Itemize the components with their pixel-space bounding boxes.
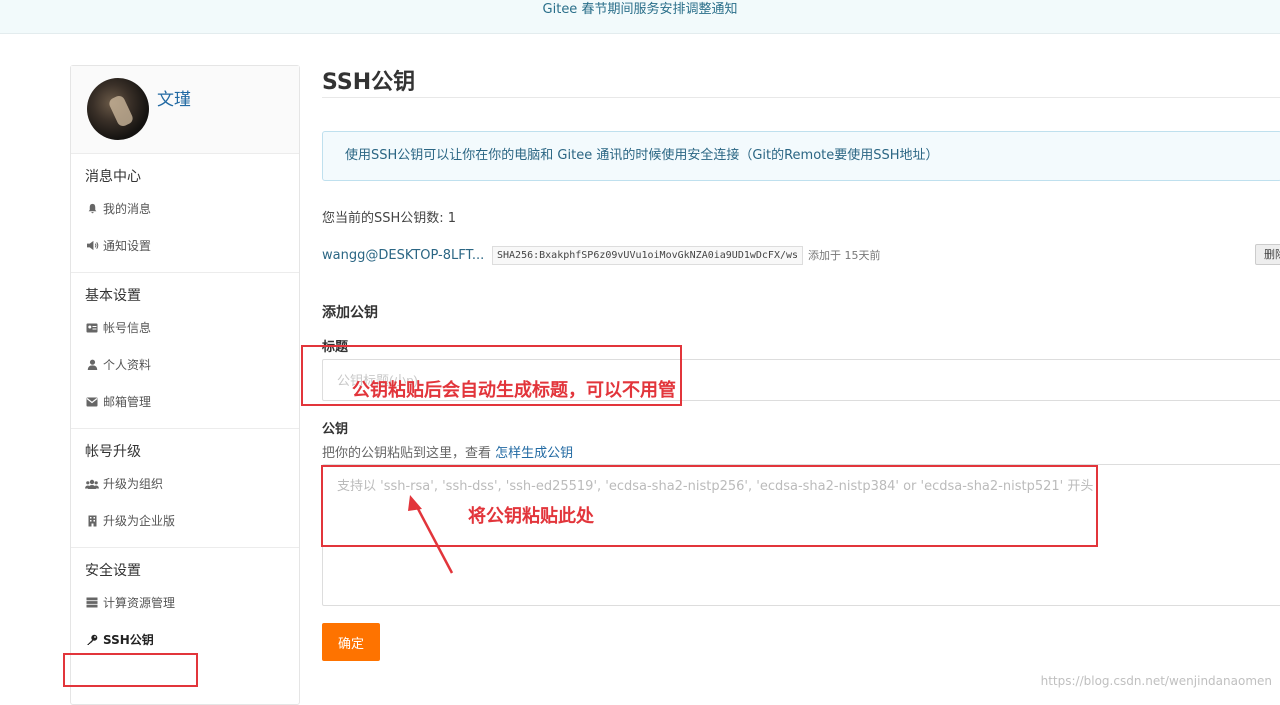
sidebar-group-security: 安全设置 计算资源管理 SSH公钥 [71,548,299,666]
divider [322,97,1280,98]
sidebar-item-label: 升级为企业版 [103,512,175,529]
sidebar-item-upgrade-enterprise[interactable]: 升级为企业版 [71,502,299,539]
building-icon [85,514,99,528]
ssh-key-count: 您当前的SSH公钥数: 1 [322,207,456,226]
sidebar-item-profile[interactable]: 个人资料 [71,346,299,383]
sidebar-group-basic: 基本设置 帐号信息 个人资料 邮箱管理 [71,273,299,429]
sidebar-group-title: 帐号升级 [71,439,299,465]
speaker-icon [85,239,99,253]
announcement-banner: Gitee 春节期间服务安排调整通知 [0,0,1280,34]
add-key-heading: 添加公钥 [322,302,378,322]
sidebar-item-label: 计算资源管理 [103,594,175,611]
sidebar-item-my-messages[interactable]: 我的消息 [71,190,299,227]
key-hint-text: 把你的公钥粘贴到这里，查看 [322,446,495,461]
user-icon [85,358,99,372]
annotation-title-note: 公钥粘贴后会自动生成标题，可以不用管 [352,376,676,402]
sidebar-item-label: 帐号信息 [103,319,151,336]
sidebar-item-label: 升级为组织 [103,475,163,492]
info-alert: 使用SSH公钥可以让你在你的电脑和 Gitee 通讯的时候使用安全连接（Git的… [322,131,1280,181]
sidebar-group-upgrade: 帐号升级 升级为组织 升级为企业版 [71,429,299,548]
user-profile-box: 文瑾 [71,66,299,154]
watermark: https://blog.csdn.net/wenjindanaomen [1041,674,1272,688]
sidebar-group-title: 消息中心 [71,164,299,190]
id-card-icon [85,321,99,335]
how-to-generate-key-link[interactable]: 怎样生成公钥 [495,446,573,461]
sidebar-item-email[interactable]: 邮箱管理 [71,383,299,420]
sidebar-item-label: 我的消息 [103,200,151,217]
sidebar-item-compute-resources[interactable]: 计算资源管理 [71,584,299,621]
users-icon [85,477,99,491]
sidebar-item-account-info[interactable]: 帐号信息 [71,309,299,346]
annotation-arrow-icon [400,495,460,580]
sidebar-item-notification-settings[interactable]: 通知设置 [71,227,299,264]
key-field-label: 公钥 [322,418,348,437]
page-title: SSH公钥 [322,64,415,96]
sidebar-item-upgrade-org[interactable]: 升级为组织 [71,465,299,502]
ssh-key-title[interactable]: wangg@DESKTOP-8LFT... [322,248,492,263]
sidebar-item-label: 邮箱管理 [103,393,151,410]
key-icon [85,633,99,647]
ssh-key-added-time: 添加于 15天前 [808,247,881,263]
server-icon [85,596,99,610]
announcement-link[interactable]: Gitee 春节期间服务安排调整通知 [543,2,738,17]
bell-icon [85,202,99,216]
sidebar-item-label: 通知设置 [103,237,151,254]
ssh-key-item: wangg@DESKTOP-8LFT... SHA256:BxakphfSP6z… [322,244,881,266]
submit-button[interactable]: 确定 [322,623,380,661]
settings-sidebar: 文瑾 消息中心 我的消息 通知设置 基本设置 帐号信息 [70,65,300,705]
ssh-key-fingerprint: SHA256:BxakphfSP6z09vUVu1oiMovGkNZA0ia9U… [492,246,803,265]
sidebar-item-label: 个人资料 [103,356,151,373]
sidebar-group-title: 安全设置 [71,558,299,584]
avatar[interactable] [87,78,149,140]
annotation-box-ssh-nav [63,653,198,687]
sidebar-group-messages: 消息中心 我的消息 通知设置 [71,154,299,273]
annotation-key-note: 将公钥粘贴此处 [468,502,594,528]
user-name[interactable]: 文瑾 [157,85,191,110]
sidebar-group-title: 基本设置 [71,283,299,309]
delete-key-button[interactable]: 删除 [1255,244,1280,265]
key-field-hint: 把你的公钥粘贴到这里，查看 怎样生成公钥 [322,442,573,461]
sidebar-item-label: SSH公钥 [103,631,154,648]
envelope-icon [85,395,99,409]
